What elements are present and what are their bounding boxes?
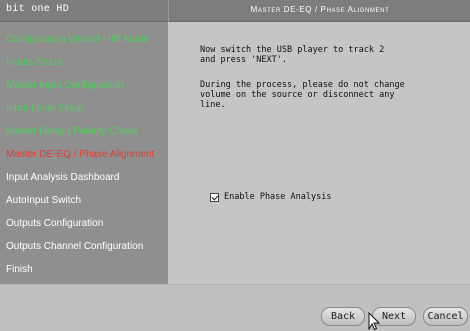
sidebar-item-configuration-wizard[interactable]: Configuration Wizard - IIR Mode xyxy=(6,34,149,45)
app-title: bit one HD xyxy=(6,4,70,15)
sidebar-item-master-input-configuration[interactable]: Master Input Configuration xyxy=(6,80,124,91)
title-bar: bit one HD Master DE-EQ / Phase Alignmen… xyxy=(0,0,470,22)
enable-phase-analysis-label: Enable Phase Analysis xyxy=(224,192,332,202)
sidebar-item-finish[interactable]: Finish xyxy=(6,264,33,275)
instruction-line-2: and press 'NEXT'. xyxy=(200,55,287,65)
sidebar-item-outputs-configuration[interactable]: Outputs Configuration xyxy=(6,218,103,229)
mouse-pointer-icon xyxy=(368,312,380,330)
page-title: Master DE-EQ / Phase Alignment xyxy=(250,5,390,14)
cancel-button[interactable]: Cancel xyxy=(423,307,468,326)
sidebar-item-inputs-setup[interactable]: Inputs Setup xyxy=(6,57,62,68)
enable-phase-analysis-option[interactable]: Enable Phase Analysis xyxy=(210,192,331,202)
enable-phase-analysis-checkbox[interactable] xyxy=(210,192,219,202)
sidebar-item-autoinput-switch[interactable]: AutoInput Switch xyxy=(6,195,81,206)
footer-bar: Back Next Cancel xyxy=(0,284,470,331)
warning-line-1: During the process, please do not change xyxy=(200,80,405,90)
title-divider xyxy=(168,0,169,22)
back-button[interactable]: Back xyxy=(321,307,365,326)
sidebar-item-outputs-channel-configuration[interactable]: Outputs Channel Configuration xyxy=(6,241,143,252)
main-content-panel: Now switch the USB player to track 2 and… xyxy=(168,22,470,284)
instruction-line-1: Now switch the USB player to track 2 xyxy=(200,45,385,55)
sidebar-item-input-level-setup[interactable]: Input Level Setup xyxy=(6,103,84,114)
wizard-steps-sidebar: Configuration Wizard - IIR Mode Inputs S… xyxy=(0,22,168,284)
sidebar-item-master-delay-polarity[interactable]: Master Delay / Polarity Check xyxy=(6,126,138,137)
warning-line-3: line. xyxy=(200,100,226,110)
warning-line-2: volume on the source or disconnect any xyxy=(200,90,395,100)
sidebar-item-master-de-eq-phase[interactable]: Master DE-EQ / Phase Alignment xyxy=(6,149,154,160)
sidebar-item-input-analysis-dashboard[interactable]: Input Analysis Dashboard xyxy=(6,172,119,183)
